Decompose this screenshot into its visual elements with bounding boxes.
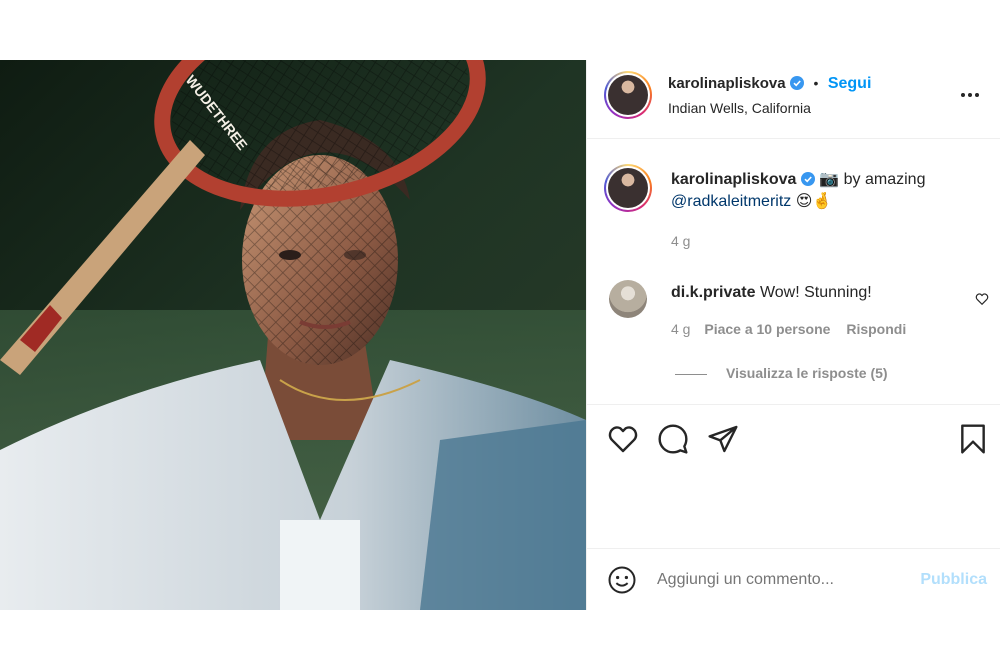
comment-meta: 4 g Piace a 10 persone Rispondi	[671, 321, 906, 337]
follow-button[interactable]: Segui	[828, 75, 872, 92]
verified-badge-icon	[790, 76, 805, 90]
header-separator: •	[813, 75, 819, 91]
publish-button[interactable]: Pubblica	[920, 571, 987, 589]
header-location[interactable]: Indian Wells, California	[668, 100, 811, 116]
comment-like-icon[interactable]	[975, 292, 989, 306]
reply-button[interactable]: Rispondi	[846, 321, 906, 337]
share-icon[interactable]	[707, 423, 739, 455]
comment-username[interactable]: di.k.private	[671, 284, 755, 301]
comment-icon[interactable]	[657, 423, 689, 455]
post-side-panel: karolinapliskova • Segui Indian Wells, C…	[586, 60, 1000, 610]
comments-section: karolinapliskova 📷 by amazing @radkaleit…	[587, 140, 1000, 404]
add-comment-bar: Pubblica	[587, 548, 1000, 610]
caption-mention-link[interactable]: @radkaleitmeritz	[671, 193, 791, 210]
caption-username[interactable]: karolinapliskova	[671, 171, 796, 188]
more-options-icon[interactable]	[959, 84, 981, 106]
post-photo-image: WUDETHREE	[0, 60, 586, 610]
caption-time[interactable]: 4 g	[671, 233, 690, 249]
comment-time[interactable]: 4 g	[671, 321, 690, 337]
caption-emoji: 😍🤞	[791, 193, 833, 210]
replies-divider	[675, 374, 707, 375]
caption-text: 📷 by amazing	[814, 171, 926, 188]
header-avatar[interactable]	[604, 71, 652, 119]
view-replies-button[interactable]: Visualizza le risposte (5)	[726, 365, 888, 381]
comment-input[interactable]	[657, 567, 897, 593]
bookmark-icon[interactable]	[957, 423, 989, 455]
header-username[interactable]: karolinapliskova	[668, 75, 786, 92]
comment-text: Wow! Stunning!	[759, 284, 872, 301]
post-header: karolinapliskova • Segui Indian Wells, C…	[587, 60, 1000, 139]
caption-avatar[interactable]	[604, 164, 652, 212]
verified-badge-icon	[800, 172, 815, 186]
post-actions	[587, 404, 1000, 548]
comment-body: di.k.private Wow! Stunning!	[671, 282, 951, 304]
emoji-icon[interactable]	[607, 565, 637, 595]
caption: karolinapliskova 📷 by amazing @radkaleit…	[671, 169, 971, 213]
commenter-avatar[interactable]	[609, 280, 647, 318]
heart-icon[interactable]	[607, 423, 639, 455]
comment-likes[interactable]: Piace a 10 persone	[704, 321, 830, 337]
post-photo[interactable]: WUDETHREE	[0, 60, 586, 610]
